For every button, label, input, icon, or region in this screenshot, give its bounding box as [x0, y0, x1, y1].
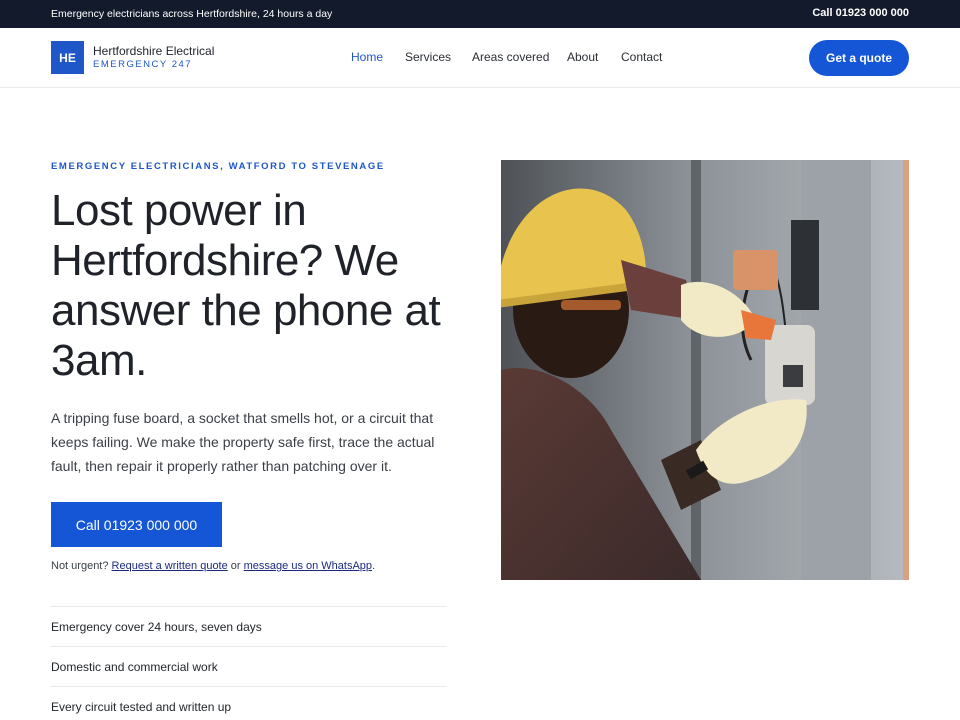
nav-services[interactable]: Services [405, 50, 451, 64]
brand-subtitle: EMERGENCY 247 [93, 59, 193, 70]
top-bar-phone-link[interactable]: Call 01923 000 000 [812, 7, 909, 19]
nav-about[interactable]: About [567, 50, 598, 64]
alt-suffix: . [372, 560, 376, 572]
alternative-contact-line: Not urgent? Request a written quote or m… [51, 560, 375, 572]
electrician-illustration [501, 160, 909, 580]
site-header: HE Hertfordshire Electrical EMERGENCY 24… [0, 28, 960, 88]
logo-mark[interactable]: HE [51, 41, 84, 74]
top-bar-tagline: Emergency electricians across Hertfordsh… [51, 8, 333, 20]
hero-photo-electrician [501, 160, 909, 580]
nav-areas-covered[interactable]: Areas covered [472, 50, 549, 64]
get-a-quote-button[interactable]: Get a quote [809, 40, 909, 76]
feature-item: Domestic and commercial work [51, 646, 447, 686]
nav-home[interactable]: Home [351, 50, 383, 64]
call-phone-button[interactable]: Call 01923 000 000 [51, 502, 222, 547]
feature-list: Emergency cover 24 hours, seven days Dom… [51, 606, 447, 720]
nav-contact[interactable]: Contact [621, 50, 662, 64]
alt-or: or [230, 560, 241, 572]
hero-eyebrow: EMERGENCY ELECTRICIANS, WATFORD TO STEVE… [51, 161, 385, 172]
hero-headline: Lost power in Hertfordshire? We answer t… [51, 186, 441, 385]
hero-description: A tripping fuse board, a socket that sme… [51, 410, 435, 474]
alt-prefix: Not urgent? [51, 560, 109, 572]
feature-item: Emergency cover 24 hours, seven days [51, 606, 447, 646]
feature-item: Every circuit tested and written up [51, 686, 447, 720]
request-quote-link[interactable]: Request a written quote [112, 560, 228, 572]
brand-name[interactable]: Hertfordshire Electrical [93, 44, 214, 58]
whatsapp-link[interactable]: message us on WhatsApp [244, 560, 372, 572]
top-bar: Emergency electricians across Hertfordsh… [0, 0, 960, 28]
